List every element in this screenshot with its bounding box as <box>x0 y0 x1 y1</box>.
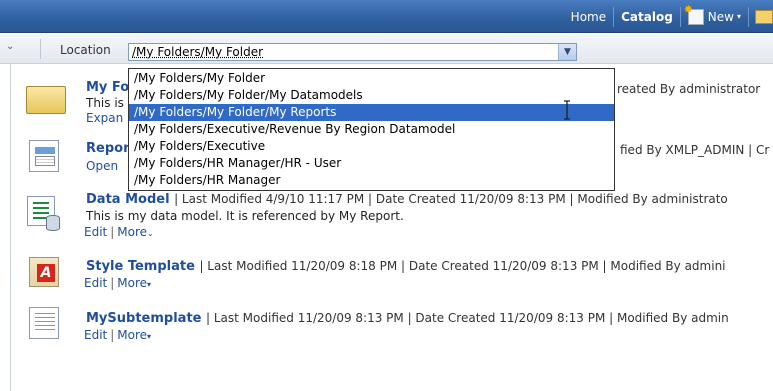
nav-divider <box>748 6 749 27</box>
item-meta: | Last Modified 4/9/10 11:17 PM | Date C… <box>174 192 728 206</box>
chevron-down-icon: ⌄ <box>147 229 154 238</box>
location-option-selected[interactable]: /My Folders/My Folder/My Reports <box>129 104 614 121</box>
dropdown-arrow-icon[interactable]: ▼ <box>558 44 576 60</box>
more-menu[interactable]: More⌄ <box>117 225 153 239</box>
location-label: Location <box>60 43 111 57</box>
location-option[interactable]: /My Folders/HR Manager <box>129 172 614 189</box>
more-menu[interactable]: More▾ <box>117 328 151 342</box>
data-model-icon <box>27 196 60 231</box>
more-label: More <box>117 225 148 239</box>
location-option[interactable]: /My Folders/My Folder/My Datamodels <box>129 87 614 104</box>
chevron-down-icon: ▾ <box>147 280 152 289</box>
item-title-link[interactable]: Style Template <box>86 259 195 274</box>
item-meta: | Last Modified 11/20/09 8:13 PM | Date … <box>206 311 729 325</box>
location-option[interactable]: /My Folders/My Folder <box>129 70 614 87</box>
item-meta: reated By administrator <box>617 82 761 96</box>
toolbar-divider <box>40 39 41 59</box>
report-icon <box>29 140 59 172</box>
open-link[interactable]: Open <box>86 159 118 173</box>
location-dropdown-list: /My Folders/My Folder /My Folders/My Fol… <box>128 68 615 191</box>
item-actions: Edit | More▾ <box>84 328 152 342</box>
item-meta: | Last Modified 11/20/09 8:18 PM | Date … <box>199 259 726 273</box>
item-actions: Edit | More▾ <box>84 276 152 290</box>
new-menu[interactable]: New ▾ <box>681 0 748 33</box>
chevron-down-icon: ▾ <box>147 332 152 341</box>
chevron-down-icon: ▾ <box>736 12 741 21</box>
item-title-link[interactable]: Data Model <box>86 192 170 207</box>
top-header-bar: Home Catalog New ▾ <box>0 0 773 33</box>
location-option[interactable]: /My Folders/HR Manager/HR - User <box>129 155 614 172</box>
item-title-link[interactable]: My Fo <box>86 80 129 95</box>
location-select-value: /My Folders/My Folder <box>132 45 264 59</box>
item-title-row: MySubtemplate | Last Modified 11/20/09 8… <box>86 311 729 326</box>
item-title-row: Style Template | Last Modified 11/20/09 … <box>86 259 726 274</box>
catalog-item: Data Model | Last Modified 4/9/10 11:17 … <box>0 190 773 246</box>
catalog-item: MySubtemplate | Last Modified 11/20/09 8… <box>0 305 773 345</box>
edit-link[interactable]: Edit <box>84 225 107 239</box>
collapse-icon[interactable]: ⌄ <box>6 41 20 55</box>
item-description: This is my data model. It is referenced … <box>86 209 404 223</box>
location-option[interactable]: /My Folders/Executive/Revenue By Region … <box>129 121 614 138</box>
catalog-item: A Style Template | Last Modified 11/20/0… <box>0 253 773 293</box>
item-description: This is <box>86 96 124 110</box>
header-nav: Home Catalog New ▾ <box>564 0 773 33</box>
more-label: More <box>117 276 148 290</box>
subtemplate-icon <box>29 307 59 339</box>
style-template-icon: A <box>29 257 59 287</box>
item-meta: fied By XMLP_ADMIN | Cr <box>620 143 770 157</box>
new-document-icon <box>684 3 704 25</box>
more-menu[interactable]: More▾ <box>117 276 151 290</box>
folder-icon <box>26 86 66 114</box>
item-title-row: Data Model | Last Modified 4/9/10 11:17 … <box>86 192 728 207</box>
edit-link[interactable]: Edit <box>84 276 107 290</box>
item-title-link[interactable]: Repor <box>86 141 129 156</box>
edit-link[interactable]: Edit <box>84 328 107 342</box>
new-menu-label: New <box>707 9 734 24</box>
location-select[interactable]: /My Folders/My Folder ▼ <box>128 43 577 61</box>
more-label: More <box>117 328 148 342</box>
open-folder-icon[interactable] <box>755 9 773 24</box>
item-title-link[interactable]: MySubtemplate <box>86 311 201 326</box>
location-toolbar: ⌄ Location /My Folders/My Folder ▼ <box>0 34 773 64</box>
item-actions: Edit | More⌄ <box>84 225 154 239</box>
text-cursor-icon <box>564 100 570 120</box>
expand-link[interactable]: Expan <box>86 111 123 125</box>
catalog-link[interactable]: Catalog <box>614 0 680 33</box>
home-link[interactable]: Home <box>564 0 613 33</box>
location-option[interactable]: /My Folders/Executive <box>129 138 614 155</box>
